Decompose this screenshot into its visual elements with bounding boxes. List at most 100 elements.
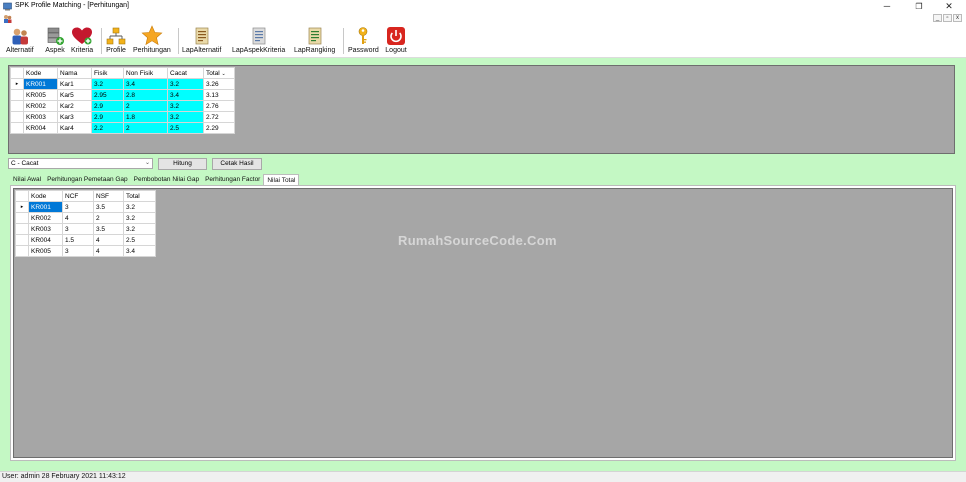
table-row[interactable]: KR004 1.5 4 2.5 — [15, 234, 156, 246]
table-row[interactable]: ▸ KR001 Kar1 3.2 3.4 3.2 3.26 — [10, 78, 235, 90]
toolbar-logout-button[interactable]: Logout — [385, 25, 407, 57]
table-row[interactable]: KR003 3 3.5 3.2 — [15, 223, 156, 235]
grid-cell[interactable]: 3.2 — [91, 78, 124, 90]
grid-cell[interactable]: Kar3 — [57, 111, 92, 123]
grid-cell[interactable]: 1.5 — [62, 234, 94, 246]
toolbar-alternatif-button[interactable]: Alternatif — [6, 25, 34, 57]
grid-cell[interactable]: 1.8 — [123, 111, 168, 123]
grid-cell[interactable]: KR003 — [28, 223, 63, 235]
child-minimize-button[interactable]: _ — [933, 14, 942, 22]
grid-cell[interactable]: Kar1 — [57, 78, 92, 90]
child-restore-button[interactable]: ▫ — [943, 14, 952, 22]
column-header-nsf[interactable]: NSF — [93, 190, 124, 202]
column-header-nama[interactable]: Nama — [57, 67, 92, 79]
toolbar-laprangking-button[interactable]: LapRangking — [294, 25, 335, 57]
tab-nilai-awal[interactable]: Nilai Awal — [10, 174, 44, 185]
table-row[interactable]: KR005 3 4 3.4 — [15, 245, 156, 257]
minimize-button[interactable]: ─ — [872, 0, 902, 13]
maximize-button[interactable]: ❐ — [904, 0, 934, 13]
tab-pembobotan-nilai-gap[interactable]: Pembobotan Nilai Gap — [131, 174, 202, 185]
column-header-total[interactable]: Total — [123, 190, 156, 202]
table-row[interactable]: KR002 4 2 3.2 — [15, 212, 156, 224]
grid-cell[interactable]: Kar5 — [57, 89, 92, 101]
cetak-hasil-button[interactable]: Cetak Hasil — [212, 158, 262, 170]
grid-cell[interactable]: 2 — [123, 100, 168, 112]
grid-cell[interactable]: 3.2 — [123, 212, 156, 224]
toolbar-aspek-button[interactable]: Aspek — [44, 25, 66, 57]
child-window-icon[interactable] — [3, 14, 12, 23]
grid-cell[interactable]: 3.2 — [167, 111, 204, 123]
grid-cell[interactable]: 3.4 — [167, 89, 204, 101]
column-header-non-fisik[interactable]: Non Fisik — [123, 67, 168, 79]
grid-cell[interactable]: 4 — [93, 245, 124, 257]
table-row[interactable]: ▸ KR001 3 3.5 3.2 — [15, 201, 156, 213]
grid-cell[interactable]: 2.5 — [123, 234, 156, 246]
column-header-kode[interactable]: Kode — [28, 190, 63, 202]
grid-cell[interactable]: 2.2 — [91, 122, 124, 134]
row-header[interactable] — [10, 122, 24, 134]
row-header[interactable] — [15, 234, 29, 246]
row-header[interactable] — [10, 89, 24, 101]
grid-cell[interactable]: 2.95 — [91, 89, 124, 101]
grid-cell[interactable]: KR003 — [23, 111, 58, 123]
grid-cell[interactable]: 3 — [62, 201, 94, 213]
grid-cell[interactable]: 3.2 — [167, 78, 204, 90]
table-row[interactable]: KR004 Kar4 2.2 2 2.5 2.29 — [10, 122, 235, 134]
grid-cell[interactable]: 4 — [62, 212, 94, 224]
grid-cell[interactable]: KR004 — [23, 122, 58, 134]
toolbar-password-button[interactable]: Password — [348, 25, 379, 57]
grid-cell[interactable]: 2.8 — [123, 89, 168, 101]
grid-cell[interactable]: KR001 — [28, 201, 63, 213]
grid-cell[interactable]: 3 — [62, 245, 94, 257]
grid-cell[interactable]: 2 — [123, 122, 168, 134]
ranking-grid[interactable]: Kode Nama Fisik Non Fisik Cacat Total ⌄ … — [10, 67, 235, 134]
grid-cell[interactable]: 3.4 — [123, 78, 168, 90]
hitung-button[interactable]: Hitung — [158, 158, 207, 170]
grid-cell[interactable]: 3.5 — [93, 201, 124, 213]
table-row[interactable]: KR005 Kar5 2.95 2.8 3.4 3.13 — [10, 89, 235, 101]
column-header-fisik[interactable]: Fisik — [91, 67, 124, 79]
grid-cell[interactable]: 4 — [93, 234, 124, 246]
grid-cell[interactable]: 2 — [93, 212, 124, 224]
toolbar-lapalternatif-button[interactable]: LapAlternatif — [182, 25, 221, 57]
grid-cell[interactable]: Kar4 — [57, 122, 92, 134]
row-header[interactable] — [15, 223, 29, 235]
row-header[interactable] — [10, 111, 24, 123]
grid-cell[interactable]: 3 — [62, 223, 94, 235]
grid-cell[interactable]: KR002 — [28, 212, 63, 224]
tab-perhitungan-factor[interactable]: Perhitungan Factor — [202, 174, 263, 185]
toolbar-perhitungan-button[interactable]: Perhitungan — [133, 25, 171, 57]
row-header[interactable] — [10, 100, 24, 112]
chevron-down-icon[interactable]: ⌄ — [145, 159, 150, 168]
grid-cell[interactable]: Kar2 — [57, 100, 92, 112]
toolbar-lapaspekkriteria-button[interactable]: LapAspekKriteria — [232, 25, 285, 57]
column-header-cacat[interactable]: Cacat — [167, 67, 204, 79]
table-row[interactable]: KR002 Kar2 2.9 2 3.2 2.76 — [10, 100, 235, 112]
grid-cell[interactable]: 2.72 — [203, 111, 235, 123]
aspect-select[interactable]: C - Cacat ⌄ — [8, 158, 153, 169]
grid-cell[interactable]: KR004 — [28, 234, 63, 246]
ranking-grid-panel[interactable]: Kode Nama Fisik Non Fisik Cacat Total ⌄ … — [8, 65, 955, 154]
grid-cell[interactable]: 2.9 — [91, 100, 124, 112]
grid-cell[interactable]: KR005 — [23, 89, 58, 101]
grid-cell[interactable]: 3.4 — [123, 245, 156, 257]
grid-cell[interactable]: 2.5 — [167, 122, 204, 134]
toolbar-kriteria-button[interactable]: Kriteria — [71, 25, 93, 57]
tab-nilai-total[interactable]: Nilai Total — [263, 174, 300, 185]
column-header-total[interactable]: Total ⌄ — [203, 67, 235, 79]
grid-cell[interactable]: 2.29 — [203, 122, 235, 134]
grid-cell[interactable]: KR005 — [28, 245, 63, 257]
child-close-button[interactable]: x — [953, 14, 962, 22]
row-header[interactable] — [15, 245, 29, 257]
grid-cell[interactable]: KR001 — [23, 78, 58, 90]
table-row[interactable]: KR003 Kar3 2.9 1.8 3.2 2.72 — [10, 111, 235, 123]
grid-cell[interactable]: 3.5 — [93, 223, 124, 235]
grid-cell[interactable]: 3.2 — [167, 100, 204, 112]
nilai-total-grid[interactable]: Kode NCF NSF Total ▸ KR001 3 3.5 3.2 KR0… — [15, 190, 156, 257]
column-header-kode[interactable]: Kode — [23, 67, 58, 79]
grid-cell[interactable]: KR002 — [23, 100, 58, 112]
column-header-ncf[interactable]: NCF — [62, 190, 94, 202]
grid-cell[interactable]: 2.76 — [203, 100, 235, 112]
grid-cell[interactable]: 3.13 — [203, 89, 235, 101]
toolbar-profile-button[interactable]: Profile — [105, 25, 127, 57]
